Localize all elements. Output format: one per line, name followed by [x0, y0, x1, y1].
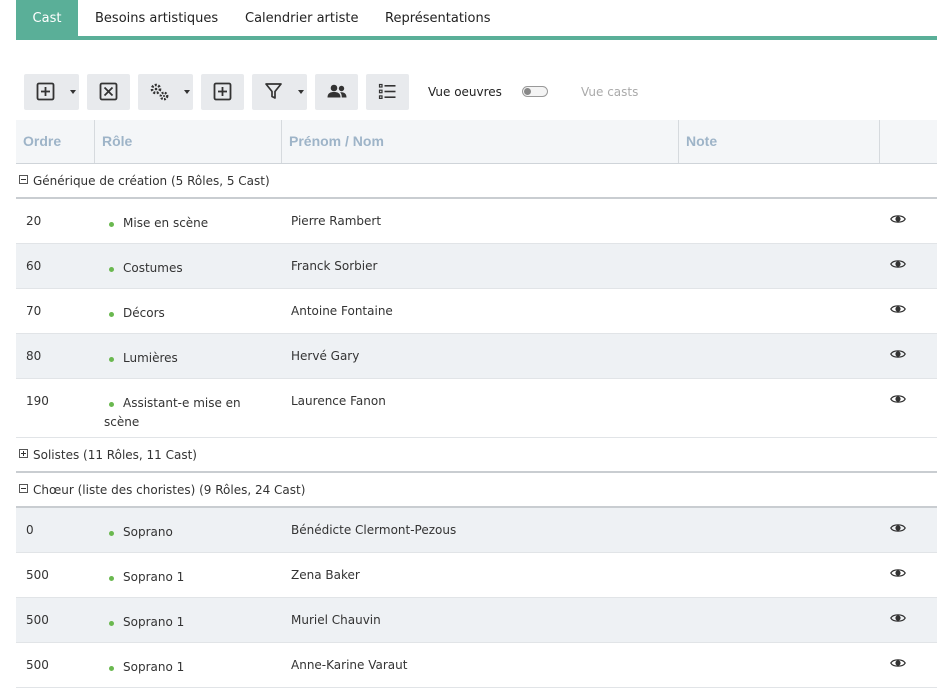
cell-nom: Franck Sorbier [291, 259, 378, 273]
cell-role: Décors [123, 306, 165, 320]
table-row[interactable]: 60 Costumes Franck Sorbier [16, 244, 937, 289]
cell-role: Assistant-e mise en scène [104, 396, 241, 429]
eye-icon[interactable] [890, 522, 906, 534]
table-row[interactable]: 190 Assistant-e mise en scène Laurence F… [16, 379, 937, 438]
cell-ordre: 0 [26, 523, 34, 537]
users-icon [327, 84, 347, 98]
cell-role: Costumes [123, 261, 183, 275]
chevron-down-icon [184, 90, 190, 94]
eye-icon[interactable] [890, 213, 906, 225]
cell-ordre: 500 [26, 613, 49, 627]
eye-icon[interactable] [890, 348, 906, 360]
column-separator [879, 120, 880, 163]
vue-casts-label: Vue casts [581, 85, 639, 99]
gears-icon [150, 83, 169, 101]
group-title: Chœur (liste des choristes) (9 Rôles, 24… [33, 483, 306, 497]
table-row[interactable]: 20 Mise en scène Pierre Rambert [16, 199, 937, 244]
cell-nom: Bénédicte Clermont-Pezous [291, 523, 457, 537]
cast-grid: Ordre Rôle Prénom / Nom Note Générique d… [16, 120, 937, 688]
cell-nom: Pierre Rambert [291, 214, 382, 228]
table-row[interactable]: 500 Soprano 1 Zena Baker [16, 553, 937, 598]
column-header-role[interactable]: Rôle [102, 120, 132, 163]
column-header-nom[interactable]: Prénom / Nom [289, 120, 384, 163]
expand-icon[interactable] [19, 449, 28, 458]
collapse-icon[interactable] [19, 484, 28, 493]
close-square-icon [99, 82, 118, 101]
toolbar: Vue oeuvres Vue casts [24, 74, 924, 110]
add-square-icon [36, 82, 55, 101]
cell-ordre: 60 [26, 259, 42, 273]
tab-representations[interactable]: Représentations [385, 0, 491, 36]
column-header-note[interactable]: Note [686, 120, 717, 163]
eye-icon[interactable] [890, 303, 906, 315]
group-title: Solistes (11 Rôles, 11 Cast) [33, 448, 197, 462]
group-title: Générique de création (5 Rôles, 5 Cast) [33, 174, 270, 188]
cell-role: Soprano [123, 525, 173, 539]
cell-nom: Zena Baker [291, 568, 360, 582]
eye-icon[interactable] [890, 258, 906, 270]
cell-role: Lumières [123, 351, 178, 365]
cell-nom: Hervé Gary [291, 349, 360, 363]
cell-role: Mise en scène [123, 216, 209, 230]
table-row[interactable]: 80 Lumières Hervé Gary [16, 334, 937, 379]
group-header: Générique de création (5 Rôles, 5 Cast) [16, 164, 937, 199]
cell-ordre: 500 [26, 658, 49, 672]
cell-role: Soprano 1 [123, 660, 185, 674]
eye-icon[interactable] [890, 393, 906, 405]
cell-ordre: 20 [26, 214, 42, 228]
column-header-ordre[interactable]: Ordre [23, 120, 61, 163]
cell-nom: Antoine Fontaine [291, 304, 393, 318]
filter-dropdown-button[interactable] [252, 74, 307, 110]
cell-ordre: 190 [26, 394, 49, 408]
tab-calendrier-artiste[interactable]: Calendrier artiste [245, 0, 358, 36]
column-separator [281, 120, 282, 163]
filter-icon [265, 83, 282, 99]
add-dropdown-button[interactable] [24, 74, 79, 110]
cell-role: Soprano 1 [123, 615, 185, 629]
cell-nom: Anne-Karine Varaut [291, 658, 408, 672]
cell-nom: Muriel Chauvin [291, 613, 381, 627]
cell-ordre: 500 [26, 568, 49, 582]
group-header: Chœur (liste des choristes) (9 Rôles, 24… [16, 473, 937, 508]
table-row[interactable]: 500 Soprano 1 Muriel Chauvin [16, 598, 937, 643]
toggle-knob [524, 88, 531, 95]
table-row[interactable]: 500 Soprano 1 Anne-Karine Varaut [16, 643, 937, 688]
cell-role: Soprano 1 [123, 570, 185, 584]
add-square-icon [213, 82, 232, 101]
vue-oeuvres-label: Vue oeuvres [428, 85, 502, 99]
eye-icon[interactable] [890, 612, 906, 624]
view-toggle[interactable] [522, 86, 548, 97]
eye-icon[interactable] [890, 657, 906, 669]
list-view-button[interactable] [366, 74, 409, 110]
tabs-underline [16, 36, 937, 40]
table-row[interactable]: 70 Décors Antoine Fontaine [16, 289, 937, 334]
table-row[interactable]: 0 Soprano Bénédicte Clermont-Pezous [16, 508, 937, 553]
delete-button[interactable] [87, 74, 130, 110]
list-icon [378, 83, 396, 99]
chevron-down-icon [70, 90, 76, 94]
settings-dropdown-button[interactable] [138, 74, 193, 110]
users-button[interactable] [315, 74, 358, 110]
chevron-down-icon [298, 90, 304, 94]
tab-cast[interactable]: Cast [16, 0, 78, 36]
cell-ordre: 80 [26, 349, 42, 363]
cell-ordre: 70 [26, 304, 42, 318]
add-button[interactable] [201, 74, 244, 110]
grid-header: Ordre Rôle Prénom / Nom Note [16, 120, 937, 164]
column-separator [678, 120, 679, 163]
column-separator [94, 120, 95, 163]
group-header: Solistes (11 Rôles, 11 Cast) [16, 438, 937, 473]
tab-bar: Cast Besoins artistiques Calendrier arti… [16, 0, 937, 36]
tab-besoins-artistiques[interactable]: Besoins artistiques [95, 0, 218, 36]
eye-icon[interactable] [890, 567, 906, 579]
collapse-icon[interactable] [19, 175, 28, 184]
cell-nom: Laurence Fanon [291, 394, 386, 408]
